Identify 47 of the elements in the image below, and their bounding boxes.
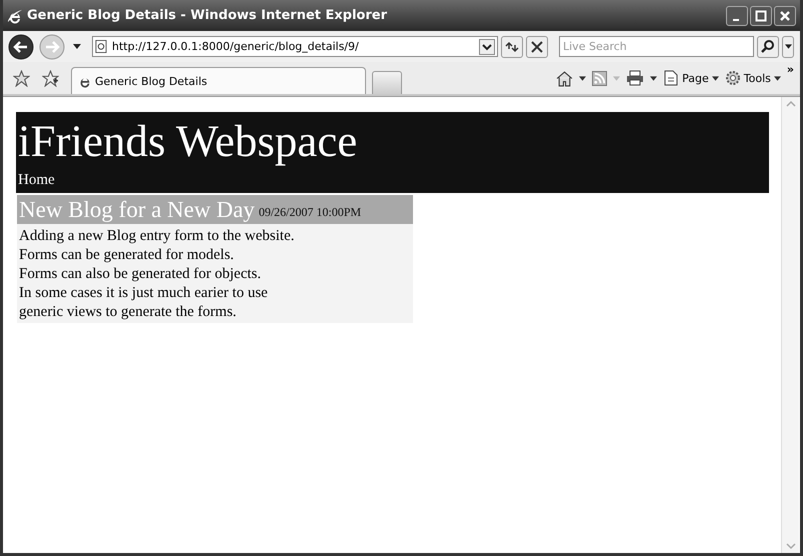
caret-icon — [784, 44, 792, 49]
caret-icon[interactable] — [650, 76, 658, 80]
feed-icon[interactable] — [592, 70, 608, 86]
close-icon — [529, 38, 545, 54]
favorites-star-icon[interactable] — [13, 70, 30, 86]
stop-button[interactable] — [526, 36, 548, 58]
printer-icon[interactable] — [626, 70, 644, 86]
blog-text-line: Forms can be generated for models. — [19, 246, 235, 265]
maximize-icon — [755, 10, 767, 22]
caret-icon — [712, 76, 719, 80]
new-tab-button[interactable] — [372, 71, 402, 94]
site-title: iFriends Webspace — [18, 115, 358, 168]
window-title: Generic Blog Details - Windows Internet Explorer — [27, 8, 388, 23]
blog-text-line: Adding a new Blog entry form to the website. — [19, 227, 296, 246]
back-button[interactable] — [7, 32, 35, 60]
caret-icon[interactable] — [579, 76, 586, 80]
search-options-button[interactable] — [782, 36, 794, 58]
address-field[interactable]: http://127.0.0.1:8000/generic/blog_details/9/ — [92, 36, 498, 57]
overflow-chevron[interactable]: » — [786, 63, 794, 76]
search-button[interactable] — [757, 36, 779, 58]
caret-icon — [774, 76, 781, 80]
caret-icon — [613, 76, 620, 80]
refresh-button[interactable] — [501, 36, 523, 58]
minimize-button[interactable] — [726, 6, 748, 26]
gear-icon — [724, 70, 741, 86]
blog-text-line: Forms can also be generated for objects. — [19, 265, 262, 284]
browser-logo-icon — [7, 8, 23, 24]
close-button[interactable] — [774, 6, 796, 26]
page-icon — [663, 70, 680, 86]
blog-date: 09/26/2007 10:00PM — [258, 204, 362, 220]
page-icon — [95, 40, 108, 53]
search-icon — [760, 38, 776, 54]
caret-icon[interactable] — [73, 44, 81, 49]
maximize-button[interactable] — [750, 6, 772, 26]
close-icon — [779, 10, 791, 22]
browser-tab[interactable]: Generic Blog Details — [71, 67, 366, 94]
dropdown-icon[interactable] — [479, 38, 495, 54]
search-field[interactable]: Live Search — [559, 36, 754, 57]
home-icon[interactable] — [556, 70, 574, 86]
blog-title: New Blog for a New Day — [19, 196, 255, 222]
blog-text-line: In some cases it is just much earier to use — [19, 284, 269, 303]
blog-text-line: generic views to generate the forms. — [19, 303, 238, 322]
nav-link[interactable]: Home — [18, 170, 55, 190]
minimize-icon — [732, 18, 738, 20]
toolbar-menu-button[interactable]: Tools — [724, 70, 781, 86]
add-favorite-icon[interactable] — [42, 70, 59, 86]
toolbar-menu-button[interactable]: Page — [663, 70, 719, 86]
